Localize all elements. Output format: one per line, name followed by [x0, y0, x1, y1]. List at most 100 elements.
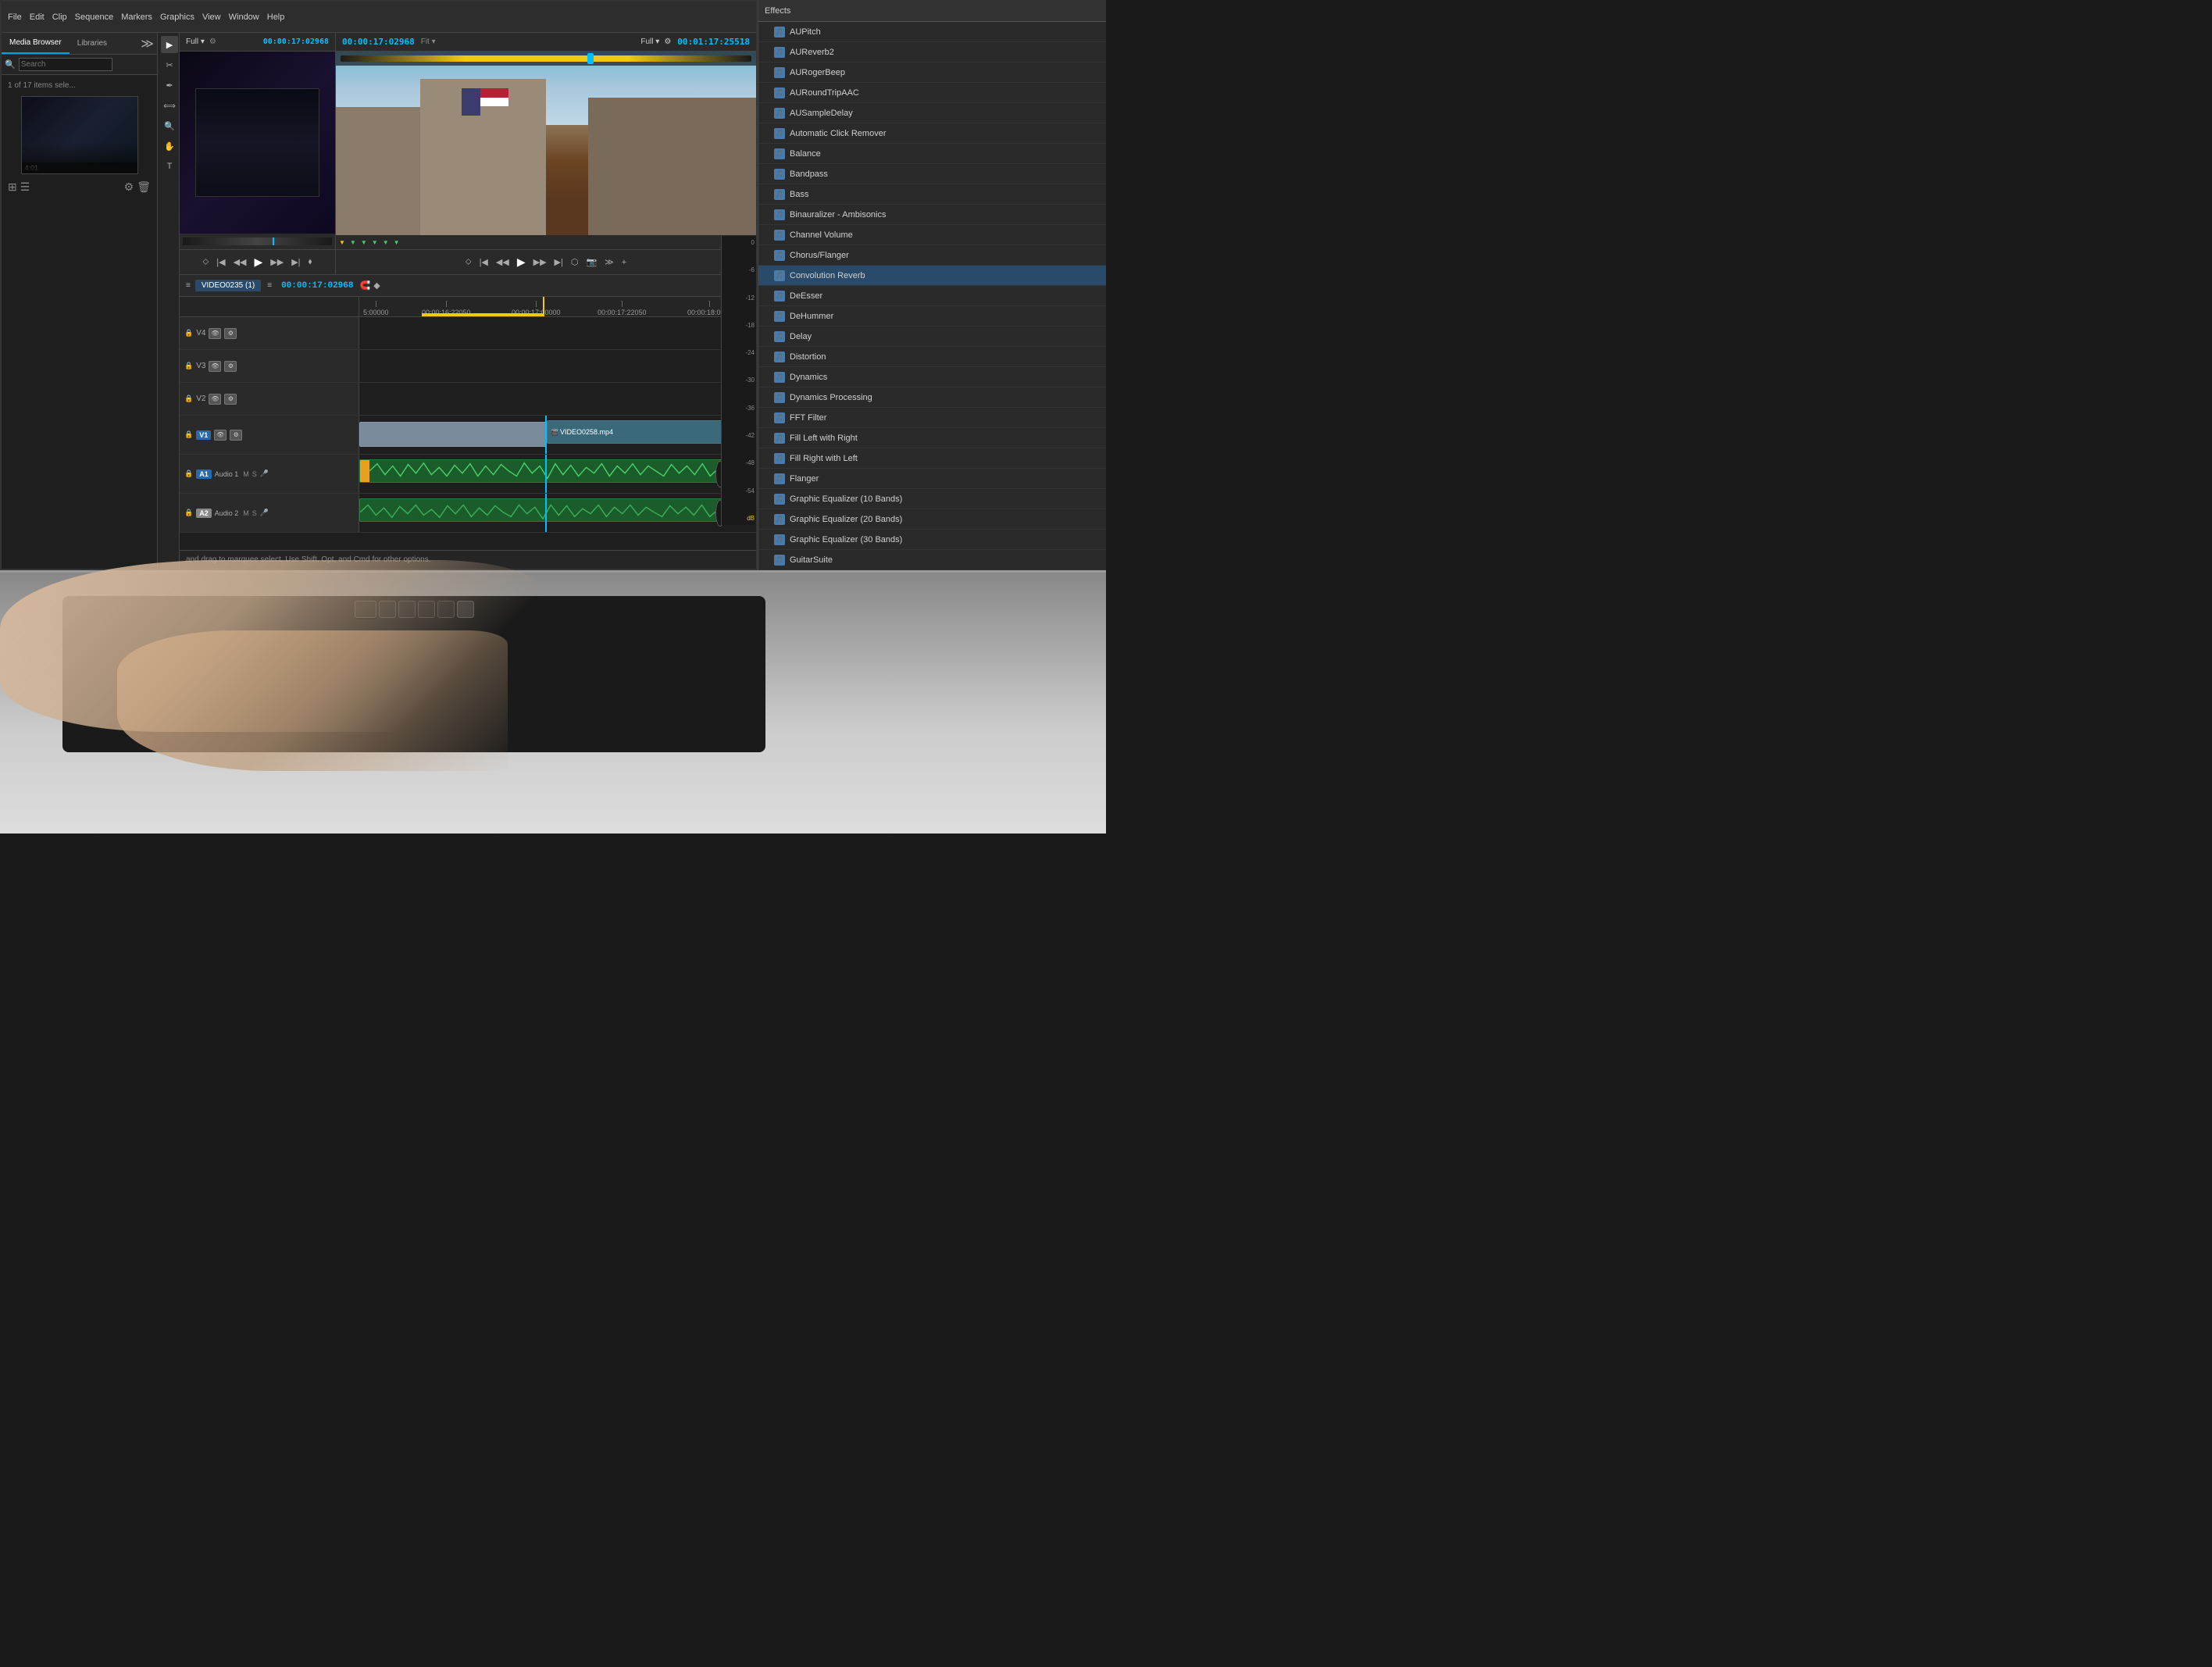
effect-icon-flanger: 🎵 [774, 473, 785, 484]
tool-zoom[interactable]: 🔍 [161, 117, 178, 134]
effect-item-deesser[interactable]: 🎵 DeEsser [758, 286, 1106, 306]
clip-icon: 🎬 [551, 429, 558, 436]
menu-item-clip[interactable]: Clip [52, 12, 67, 22]
effect-item-chorusflanger[interactable]: 🎵 Chorus/Flanger [758, 245, 1106, 266]
effect-item-channelvol[interactable]: 🎵 Channel Volume [758, 225, 1106, 245]
db-label-54: -54 [723, 487, 755, 494]
timeline-menu-icon[interactable]: ≡ [186, 281, 191, 290]
panel-menu-icon[interactable]: ≫ [137, 33, 157, 54]
effect-item-bass[interactable]: 🎵 Bass [758, 184, 1106, 205]
track-m-a2[interactable]: M [243, 509, 249, 517]
btn-play-source[interactable]: ▶ [252, 254, 265, 270]
btn-export-pgm[interactable]: ⬡ [569, 255, 581, 269]
menu-item-help[interactable]: Help [267, 12, 285, 22]
effect-item-aureverb2[interactable]: 🎵 AUReverb2 [758, 42, 1106, 62]
tool-select[interactable]: ▶ [161, 36, 178, 53]
effect-item-aurogerbeep[interactable]: 🎵 AURogerBeep [758, 62, 1106, 83]
menu-item-sequence[interactable]: Sequence [75, 12, 114, 22]
tab-media-browser[interactable]: Media Browser [2, 33, 70, 54]
sequence-settings-icon[interactable]: ≡ [267, 281, 272, 290]
effect-item-distortion[interactable]: 🎵 Distortion [758, 347, 1106, 367]
effect-item-delay[interactable]: 🎵 Delay [758, 327, 1106, 347]
track-settings-v2[interactable]: ⚙ [224, 394, 237, 405]
audio-clip-a1[interactable] [359, 459, 726, 483]
btn-next-edit[interactable]: ▶| [289, 255, 302, 269]
fit-dropdown[interactable]: Fit ▾ [421, 37, 436, 46]
video-clip-main[interactable]: 🎬 VIDEO0258.mp4 [547, 420, 726, 444]
icon-delete[interactable]: 🗑 [137, 180, 151, 194]
track-m-a1[interactable]: M [243, 470, 249, 478]
btn-mark-in[interactable]: ⬦ [201, 255, 212, 269]
icon-marker[interactable]: ◆ [373, 280, 380, 291]
icon-settings[interactable]: ⚙ [124, 180, 134, 194]
program-fit-dropdown[interactable]: Full ▾ [640, 37, 659, 46]
tab-libraries[interactable]: Libraries [70, 33, 115, 54]
effect-item-guitarsuite[interactable]: 🎵 GuitarSuite [758, 550, 1106, 570]
track-settings-v4[interactable]: ⚙ [224, 328, 237, 339]
menu-item-markers[interactable]: Markers [121, 12, 152, 22]
effect-item-dynamics[interactable]: 🎵 Dynamics [758, 367, 1106, 387]
btn-step-fwd-pgm[interactable]: ▶▶ [531, 255, 549, 269]
btn-mark-out[interactable]: ⬧ [306, 255, 315, 269]
audio-clip-a2[interactable] [359, 498, 726, 522]
track-s-a1[interactable]: S [252, 470, 257, 478]
source-dropdown[interactable]: Full ▾ [186, 37, 205, 46]
sequence-tab[interactable]: VIDEO0235 (1) [195, 280, 261, 291]
effect-item-convolution[interactable]: 🎵 Convolution Reverb [758, 266, 1106, 286]
tool-ripple[interactable]: ⟺ [161, 97, 178, 114]
source-timeline-strip [180, 234, 335, 249]
media-thumbnail[interactable]: 4:01 [21, 96, 138, 174]
tool-cut[interactable]: ✂ [161, 56, 178, 73]
effect-item-bandpass[interactable]: 🎵 Bandpass [758, 164, 1106, 184]
effect-item-graphic30[interactable]: 🎵 Graphic Equalizer (30 Bands) [758, 530, 1106, 550]
effect-item-fftfilter[interactable]: 🎵 FFT Filter [758, 408, 1106, 428]
menu-item-window[interactable]: Window [229, 12, 259, 22]
menu-item-edit[interactable]: Edit [30, 12, 45, 22]
media-search-input[interactable] [19, 58, 112, 71]
track-settings-v3[interactable]: ⚙ [224, 361, 237, 372]
btn-step-fwd[interactable]: ▶▶ [268, 255, 286, 269]
icon-grid-view[interactable]: ☰ [20, 180, 30, 194]
track-eye-v4[interactable]: 👁 [209, 328, 221, 339]
tool-hand[interactable]: ✋ [161, 137, 178, 155]
effect-name-auroundtrip: AURoundTripAAC [790, 88, 859, 98]
btn-step-back[interactable]: ◀◀ [231, 255, 249, 269]
tool-text[interactable]: T [161, 158, 178, 175]
track-s-a2[interactable]: S [252, 509, 257, 517]
track-settings-v1[interactable]: ⚙ [230, 430, 242, 441]
track-content-v3 [359, 350, 756, 382]
video-clip-before[interactable] [359, 422, 547, 447]
effect-item-autoclick[interactable]: 🎵 Automatic Click Remover [758, 123, 1106, 144]
effect-item-dehummer[interactable]: 🎵 DeHummer [758, 306, 1106, 327]
icon-list-view[interactable]: ⊞ [8, 180, 17, 194]
effect-item-graphic20[interactable]: 🎵 Graphic Equalizer (20 Bands) [758, 509, 1106, 530]
effect-item-flanger[interactable]: 🎵 Flanger [758, 469, 1106, 489]
icon-snap[interactable]: 🧲 [359, 280, 370, 291]
menu-item-view[interactable]: View [202, 12, 221, 22]
track-eye-v2[interactable]: 👁 [209, 394, 221, 405]
track-eye-v1[interactable]: 👁 [214, 430, 227, 441]
btn-plus-pgm[interactable]: + [619, 256, 629, 269]
btn-next-edit-pgm[interactable]: ▶| [552, 255, 565, 269]
effect-item-fillright[interactable]: 🎵 Fill Right with Left [758, 448, 1106, 469]
btn-settings-pgm[interactable]: ≫ [602, 255, 616, 269]
effect-item-graphic10[interactable]: 🎵 Graphic Equalizer (10 Bands) [758, 489, 1106, 509]
effect-item-dynamicsprocessing[interactable]: 🎵 Dynamics Processing [758, 387, 1106, 408]
btn-camera-pgm[interactable]: 📷 [583, 255, 599, 269]
ruler-highlight [422, 313, 543, 316]
btn-prev-edit-pgm[interactable]: |◀ [477, 255, 491, 269]
menu-item-graphics[interactable]: Graphics [160, 12, 194, 22]
effect-item-aupitch[interactable]: 🎵 AUPitch [758, 22, 1106, 42]
effect-item-binauralizer[interactable]: 🎵 Binauralizer - Ambisonics [758, 205, 1106, 225]
effect-item-ausampledelay[interactable]: 🎵 AUSampleDelay [758, 103, 1106, 123]
tool-pen[interactable]: ✒ [161, 77, 178, 94]
effect-item-auroundtrip[interactable]: 🎵 AURoundTripAAC [758, 83, 1106, 103]
effect-item-fillleft[interactable]: 🎵 Fill Left with Right [758, 428, 1106, 448]
btn-add-mark[interactable]: ⬦ [463, 255, 474, 269]
track-eye-v3[interactable]: 👁 [209, 361, 221, 372]
effect-item-balance[interactable]: 🎵 Balance [758, 144, 1106, 164]
menu-item-file[interactable]: File [8, 12, 22, 22]
btn-play-pgm[interactable]: ▶ [515, 254, 528, 270]
btn-step-back-pgm[interactable]: ◀◀ [494, 255, 512, 269]
btn-prev-edit[interactable]: |◀ [214, 255, 227, 269]
